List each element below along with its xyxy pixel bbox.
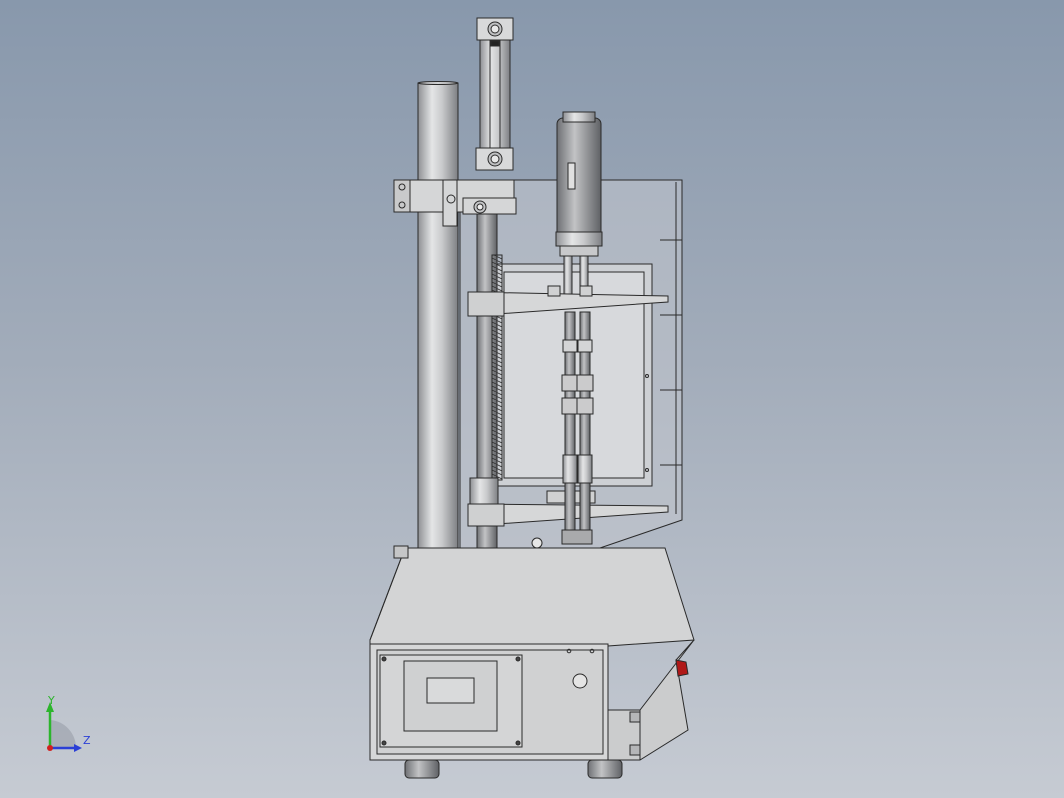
machine-model[interactable]	[0, 0, 1064, 798]
origin-dot	[47, 745, 53, 751]
cad-viewport[interactable]: Y Z	[0, 0, 1064, 798]
base-feet	[404, 759, 623, 779]
emergency-stop-button[interactable]	[675, 659, 689, 677]
top-air-cylinder[interactable]	[475, 17, 514, 171]
z-axis-label: Z	[83, 734, 91, 747]
orientation-triad: Y Z	[40, 694, 100, 760]
y-axis-label: Y	[48, 694, 55, 707]
support-column[interactable]	[417, 81, 459, 549]
display-screen	[426, 677, 475, 704]
control-panel[interactable]	[379, 654, 523, 748]
